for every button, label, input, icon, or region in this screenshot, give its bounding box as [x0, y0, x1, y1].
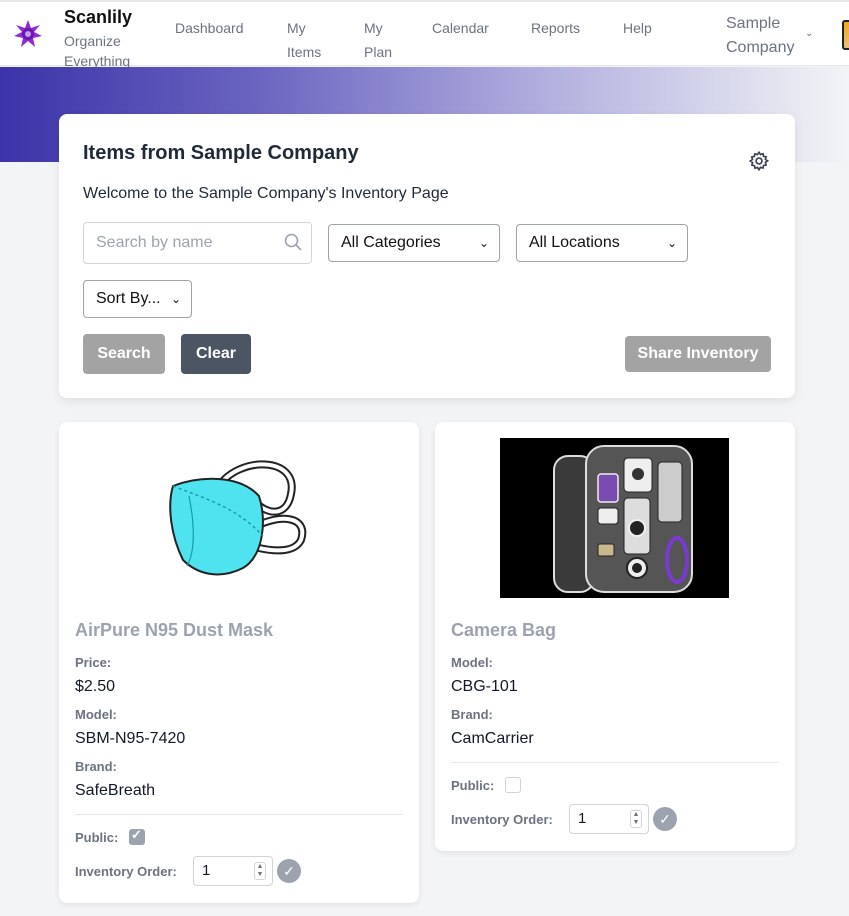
confirm-order-button[interactable]: ✓ — [277, 859, 301, 883]
brand-value: CamCarrier — [451, 730, 534, 747]
inventory-order-label: Inventory Order: — [451, 812, 553, 827]
divider — [451, 762, 779, 763]
chevron-down-icon: ⌄ — [170, 292, 181, 306]
sort-select-value: Sort By... — [96, 290, 161, 307]
nav-help[interactable]: Help — [623, 16, 652, 40]
chevron-down-icon[interactable]: ⌄ — [805, 28, 813, 39]
brand-name[interactable]: Scanlily — [64, 7, 132, 28]
scanlily-logo-icon[interactable] — [14, 20, 42, 48]
search-field — [83, 222, 312, 264]
model-value: CBG-101 — [451, 678, 518, 695]
clear-button[interactable]: Clear — [181, 334, 251, 374]
gear-icon[interactable] — [748, 150, 770, 172]
brand-label: Brand: — [451, 707, 493, 722]
inventory-order-input[interactable]: 1 ▲ ▼ — [569, 804, 649, 834]
avatar[interactable] — [842, 20, 849, 50]
nav-reports[interactable]: Reports — [531, 16, 580, 40]
share-inventory-button[interactable]: Share Inventory — [625, 336, 771, 372]
brand-label: Brand: — [75, 759, 117, 774]
location-select[interactable]: All Locations ⌄ — [516, 224, 688, 262]
inventory-order-input[interactable]: 1 ▲ ▼ — [193, 856, 273, 886]
public-checkbox[interactable] — [505, 777, 521, 793]
search-input[interactable] — [84, 223, 274, 263]
sort-select[interactable]: Sort By... ⌄ — [83, 280, 192, 318]
search-button[interactable]: Search — [83, 334, 165, 374]
category-select[interactable]: All Categories ⌄ — [328, 224, 500, 262]
nav-my-items[interactable]: My Items — [287, 16, 327, 64]
model-label: Model: — [75, 707, 117, 722]
category-select-value: All Categories — [341, 234, 441, 251]
public-checkbox[interactable] — [129, 827, 145, 845]
divider — [75, 814, 403, 815]
nav-dashboard[interactable]: Dashboard — [175, 16, 244, 40]
model-value: SBM-N95-7420 — [75, 730, 186, 747]
public-label: Public: — [451, 778, 495, 793]
item-image[interactable] — [159, 456, 319, 586]
page-title: Items from Sample Company — [83, 142, 359, 164]
inventory-panel: Items from Sample Company Welcome to the… — [59, 114, 795, 398]
price-value: $2.50 — [75, 678, 116, 695]
item-card[interactable]: Camera Bag Model: CBG-101 Brand: CamCarr… — [435, 422, 795, 851]
chevron-down-icon: ⌄ — [666, 236, 677, 250]
inventory-order-label: Inventory Order: — [75, 864, 177, 879]
price-label: Price: — [75, 655, 112, 670]
item-card[interactable]: AirPure N95 Dust Mask Price: $2.50 Model… — [59, 422, 419, 903]
search-icon — [284, 233, 302, 251]
item-image[interactable] — [500, 438, 729, 598]
location-select-value: All Locations — [529, 234, 620, 251]
nav-my-plan[interactable]: My Plan — [364, 16, 400, 64]
top-navigation: Scanlily Organize Everything Dashboard M… — [0, 0, 849, 69]
item-name[interactable]: Camera Bag — [451, 620, 556, 641]
confirm-order-button[interactable]: ✓ — [653, 807, 677, 831]
stepper-icon[interactable]: ▲ ▼ — [254, 862, 266, 880]
company-switcher[interactable]: Sample Company — [726, 12, 806, 60]
brand-tagline: Organize Everything — [64, 33, 131, 69]
public-label: Public: — [75, 830, 119, 845]
model-label: Model: — [451, 655, 493, 670]
inventory-order-value: 1 — [202, 862, 211, 879]
chevron-down-icon: ⌄ — [478, 236, 489, 250]
inventory-order-value: 1 — [578, 810, 587, 827]
nav-calendar[interactable]: Calendar — [432, 16, 489, 40]
welcome-text: Welcome to the Sample Company's Inventor… — [83, 185, 449, 202]
brand-value: SafeBreath — [75, 782, 156, 799]
stepper-icon[interactable]: ▲ ▼ — [630, 810, 642, 828]
item-name[interactable]: AirPure N95 Dust Mask — [75, 620, 273, 641]
